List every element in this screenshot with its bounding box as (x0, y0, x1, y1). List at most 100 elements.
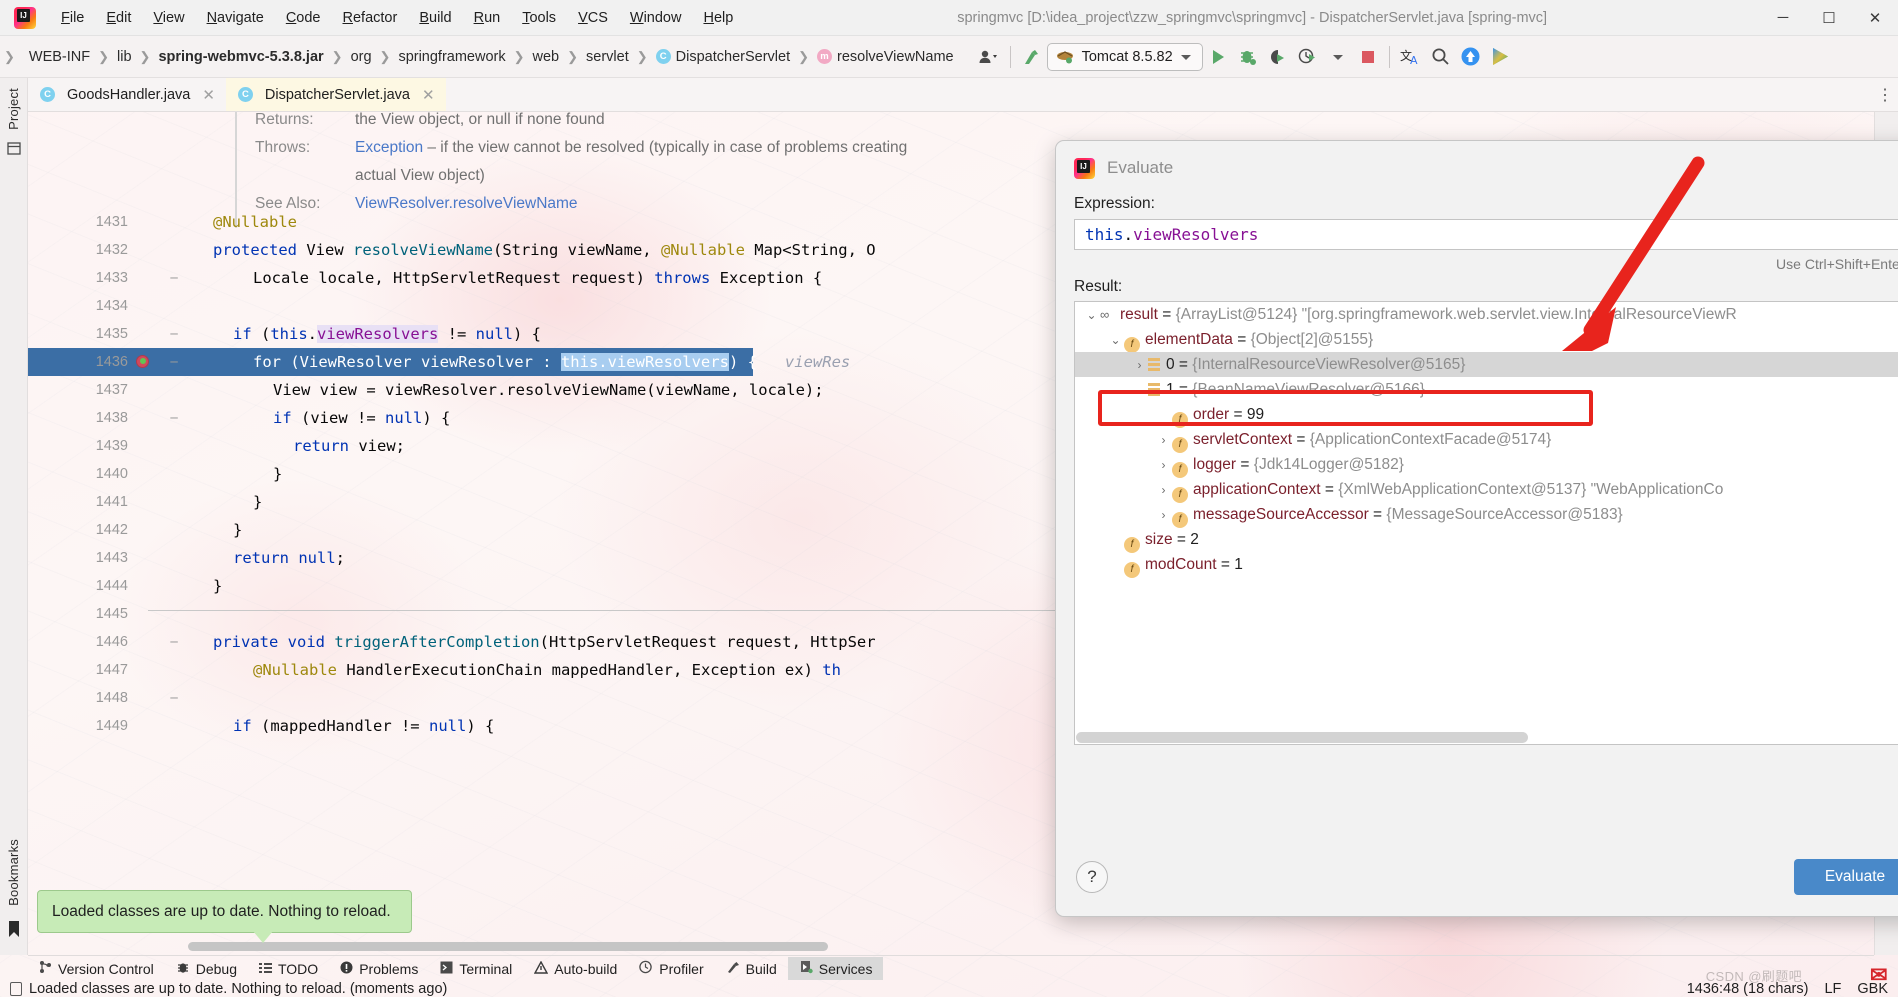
chevron-right-icon[interactable]: › (1155, 453, 1172, 478)
sidebar-item-bookmarks[interactable]: Bookmarks (6, 839, 21, 906)
close-icon[interactable]: ✕ (202, 86, 215, 104)
make-project-icon[interactable] (1017, 42, 1047, 72)
tree-row[interactable]: ⌄ ∞ result = {ArrayList@5124} "[org.spring… (1075, 302, 1898, 327)
reload-notification-balloon[interactable]: Loaded classes are up to date. Nothing t… (37, 890, 412, 933)
javadoc-link[interactable]: Exception (355, 139, 423, 156)
run-with-coverage-icon[interactable] (1263, 42, 1293, 72)
user-dropdown-icon[interactable] (974, 42, 1004, 72)
breadcrumb-item-web-inf[interactable]: WEB-INF (25, 47, 94, 67)
tool-window-auto-build[interactable]: Auto-build (523, 958, 628, 980)
tree-row[interactable]: ⌄ 1 = {BeanNameViewResolver@5166} (1075, 377, 1898, 402)
tool-window-terminal[interactable]: Terminal (429, 958, 523, 980)
evaluate-button[interactable]: Evaluate (1794, 859, 1898, 895)
chevron-down-icon[interactable]: ⌄ (1131, 378, 1148, 403)
menu-item-code[interactable]: Code (275, 6, 332, 30)
javadoc-label: Returns: (255, 112, 314, 128)
bookmark-icon[interactable] (7, 920, 21, 943)
search-everywhere-icon[interactable] (1426, 42, 1456, 72)
tree-node-name: order (1193, 406, 1230, 423)
breadcrumb-item-dispatcherservlet[interactable]: C DispatcherServlet (652, 47, 794, 67)
close-icon[interactable]: ✕ (422, 86, 435, 104)
menu-item-file[interactable]: File (50, 6, 95, 30)
editor-tab-dispatcherservlet-java[interactable]: C DispatcherServlet.java ✕ (225, 78, 446, 111)
menu-item-navigate[interactable]: Navigate (196, 6, 275, 30)
maximize-button[interactable]: ☐ (1806, 0, 1852, 36)
structure-icon[interactable] (6, 142, 21, 159)
menu-item-tools[interactable]: Tools (511, 6, 567, 30)
ide-features-trainer-icon[interactable] (1486, 42, 1516, 72)
tree-row[interactable]: › f logger = {Jdk14Logger@5182} (1075, 452, 1898, 478)
chevron-down-icon[interactable]: ⌄ (1107, 328, 1124, 353)
breadcrumb-item-servlet[interactable]: servlet (582, 47, 633, 67)
breadcrumb-item-web[interactable]: web (529, 47, 564, 67)
tool-window-services[interactable]: Services (787, 957, 884, 980)
profile-dropdown-icon[interactable] (1293, 42, 1323, 72)
breadcrumb-item-springframework[interactable]: springframework (394, 47, 509, 67)
breadcrumb-item-resolveviewname[interactable]: m resolveViewName (813, 47, 958, 67)
run-icon[interactable] (1203, 42, 1233, 72)
editor-tab-goodshandler-java[interactable]: C GoodsHandler.java ✕ (28, 78, 226, 111)
tree-row[interactable]: › f servletContext = {ApplicationContextFa… (1075, 427, 1898, 453)
result-horizontal-scrollbar[interactable] (1076, 732, 1528, 743)
profile-chevron-icon[interactable] (1323, 42, 1353, 72)
breadcrumb-item-org[interactable]: org (347, 47, 376, 67)
line-separator[interactable]: LF (1824, 981, 1841, 997)
tree-row[interactable]: f order = 99 (1075, 402, 1898, 428)
tool-window-build[interactable]: Build (715, 957, 788, 980)
chevron-right-icon[interactable]: › (1131, 353, 1148, 378)
translate-icon[interactable]: 文A (1396, 42, 1426, 72)
chevron-down-icon[interactable]: ⌄ (1083, 303, 1100, 328)
chevron-right-icon[interactable]: › (1155, 478, 1172, 503)
code-token: ) { (466, 717, 495, 735)
tree-row[interactable]: › f applicationContext = {XmlWebApplicatio… (1075, 477, 1898, 503)
tree-row[interactable]: f modCount = 1 (1075, 552, 1898, 578)
tree-node-name: servletContext (1193, 431, 1293, 448)
breadcrumb-label: WEB-INF (28, 48, 91, 65)
code-token: } (233, 521, 243, 539)
tool-window-problems[interactable]: Problems (329, 958, 429, 980)
menu-item-edit[interactable]: Edit (95, 6, 142, 30)
tree-row[interactable]: › 0 = {InternalResourceViewResolver@5165} (1075, 352, 1898, 377)
tree-node-string: "[org.springframework.web.servlet.view.I… (1297, 306, 1737, 323)
tree-row[interactable]: f size = 2 (1075, 527, 1898, 553)
event-log-icon[interactable] (10, 982, 22, 996)
status-bar: Loaded classes are up to date. Nothing t… (0, 981, 1898, 997)
editor-horizontal-scrollbar[interactable] (188, 942, 828, 951)
tabs-overflow-icon[interactable]: ⋮ (1872, 78, 1898, 111)
stop-icon[interactable] (1353, 42, 1383, 72)
code-token: if (233, 325, 261, 343)
result-tree[interactable]: ⌄ ∞ result = {ArrayList@5124} "[org.spring… (1074, 301, 1898, 745)
tool-window-version-control[interactable]: Version Control (28, 957, 165, 980)
chevron-right-icon[interactable]: › (1155, 503, 1172, 528)
code-token: resolveViewName (353, 241, 493, 259)
balloon-tail (253, 931, 273, 943)
expression-input[interactable]: this. viewResolvers (1074, 219, 1898, 250)
minimize-button[interactable]: ─ (1760, 0, 1806, 36)
menu-item-window[interactable]: Window (619, 6, 693, 30)
code-token: null (298, 549, 336, 567)
breadcrumb-item-spring-webmvc-5-3-8-jar[interactable]: spring-webmvc-5.3.8.jar (154, 47, 327, 67)
code-token: triggerAfterCompletion (334, 633, 540, 651)
menu-item-vcs[interactable]: VCS (567, 6, 619, 30)
breadcrumb-item-lib[interactable]: lib (113, 47, 136, 67)
close-button[interactable]: ✕ (1852, 0, 1898, 36)
menu-item-view[interactable]: View (142, 6, 195, 30)
evaluate-dialog[interactable]: Evaluate Expression: this.viewResolvers … (1055, 140, 1898, 917)
run-configuration-selector[interactable]: Tomcat 8.5.82 (1046, 42, 1203, 71)
sidebar-item-project[interactable]: Project (6, 88, 21, 130)
tree-row[interactable]: › f messageSourceAccessor = {MessageSource… (1075, 502, 1898, 528)
menu-item-help[interactable]: Help (692, 6, 744, 30)
tree-row[interactable]: ⌄ f elementData = {Object[2]@5155} (1075, 327, 1898, 353)
code-line-text: Locale locale, HttpServletRequest reques… (253, 264, 822, 292)
menu-item-build[interactable]: Build (408, 6, 462, 30)
tool-window-profiler[interactable]: Profiler (628, 957, 714, 980)
help-icon[interactable]: ? (1076, 861, 1108, 893)
menu-item-run[interactable]: Run (463, 6, 512, 30)
chevron-right-icon[interactable]: › (1155, 428, 1172, 453)
debug-icon[interactable] (1233, 42, 1263, 72)
tool-window-debug[interactable]: Debug (165, 957, 248, 980)
watermark-text: CSDN @刷题吧 (1705, 969, 1802, 984)
tool-window-todo[interactable]: TODO (248, 958, 329, 980)
menu-item-refactor[interactable]: Refactor (332, 6, 409, 30)
update-project-icon[interactable] (1456, 42, 1486, 72)
